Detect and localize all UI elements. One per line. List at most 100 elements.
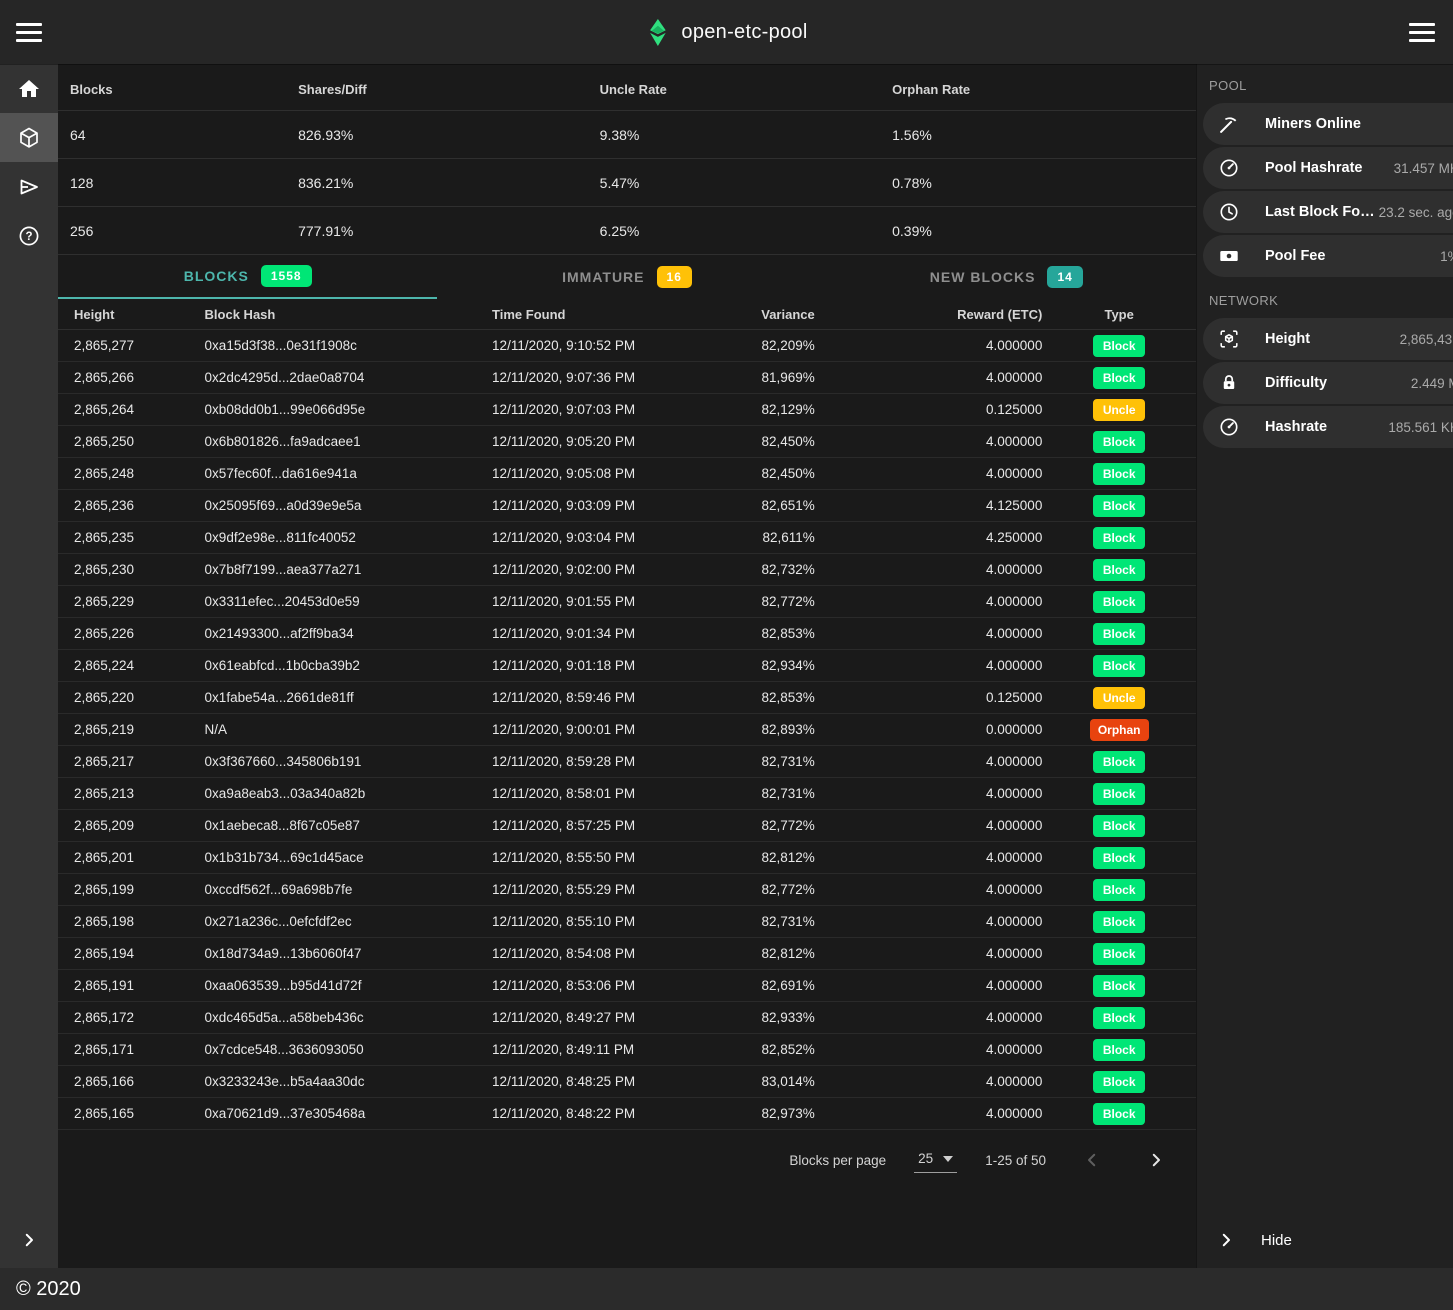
cell-height: 2,865,224 <box>58 658 195 673</box>
pickaxe-icon <box>1217 112 1241 136</box>
table-row: 2,865,194 0x18d734a9...13b6060f47 12/11/… <box>58 938 1196 970</box>
network-height: Height 2,865,431 <box>1203 318 1453 360</box>
cell-type: Block <box>1042 1071 1196 1093</box>
cell-height: 2,865,264 <box>58 402 195 417</box>
cell-time-found: 12/11/2020, 9:01:18 PM <box>479 658 746 673</box>
cell-time-found: 12/11/2020, 8:55:50 PM <box>479 850 746 865</box>
luck-stats-row: 128 836.21% 5.47% 0.78% <box>58 158 1196 206</box>
cell-reward: 4.000000 <box>815 1106 1043 1121</box>
tab-new-blocks-label: NEW BLOCKS <box>930 269 1036 285</box>
right-menu-icon[interactable] <box>1409 23 1435 42</box>
tab-new-blocks[interactable]: NEW BLOCKS 14 <box>817 255 1196 299</box>
table-row: 2,865,236 0x25095f69...a0d39e9e5a 12/11/… <box>58 490 1196 522</box>
type-badge: Block <box>1093 975 1145 997</box>
left-sidebar: ? <box>0 64 58 1268</box>
previous-page-button[interactable] <box>1074 1142 1110 1178</box>
sidebar-spacer <box>0 260 58 1212</box>
cell-block-hash: 0x21493300...af2ff9ba34 <box>195 626 480 641</box>
blocks-tabs: BLOCKS 1558 IMMATURE 16 NEW BLOCKS 14 <box>58 255 1196 299</box>
col-time-found: Time Found <box>479 307 746 322</box>
tab-new-blocks-count-badge: 14 <box>1047 266 1082 288</box>
cell-type: Block <box>1042 559 1196 581</box>
cell-variance: 82,973% <box>746 1106 814 1121</box>
cell-block-hash: 0xa15d3f38...0e31f1908c <box>195 338 480 353</box>
cell-reward: 4.000000 <box>815 1074 1043 1089</box>
col-blocks: Blocks <box>58 82 298 97</box>
cell-reward: 4.125000 <box>815 498 1043 513</box>
luck-stats-table: Blocks Shares/Diff Uncle Rate Orphan Rat… <box>58 64 1196 255</box>
cell-variance: 82,812% <box>746 946 814 961</box>
cell-time-found: 12/11/2020, 9:03:09 PM <box>479 498 746 513</box>
sidebar-item-home[interactable] <box>0 64 58 113</box>
etc-logo-icon <box>645 18 669 47</box>
tab-blocks-count-badge: 1558 <box>261 265 312 287</box>
cell-block-hash: 0x25095f69...a0d39e9e5a <box>195 498 480 513</box>
stat-orphan-rate: 1.56% <box>892 127 1196 143</box>
sidebar-item-blocks[interactable] <box>0 113 58 162</box>
pool-section-label: POOL <box>1197 64 1453 103</box>
cell-type: Block <box>1042 975 1196 997</box>
cell-time-found: 12/11/2020, 9:05:08 PM <box>479 466 746 481</box>
cell-time-found: 12/11/2020, 8:49:27 PM <box>479 1010 746 1025</box>
per-page-select[interactable]: 25 <box>914 1147 957 1173</box>
stat-value: 23.2 sec. ago <box>1375 205 1453 220</box>
right-sidebar-spacer <box>1197 450 1453 1212</box>
hide-sidebar-button[interactable]: Hide <box>1197 1212 1453 1268</box>
next-page-button[interactable] <box>1138 1142 1174 1178</box>
type-badge: Block <box>1093 527 1145 549</box>
table-row: 2,865,220 0x1fabe54a...2661de81ff 12/11/… <box>58 682 1196 714</box>
type-badge: Block <box>1093 335 1145 357</box>
cube-icon <box>17 126 41 150</box>
cell-reward: 4.000000 <box>815 850 1043 865</box>
pagination-bar: Blocks per page 25 1-25 of 50 <box>58 1130 1196 1190</box>
cell-height: 2,865,266 <box>58 370 195 385</box>
cell-block-hash: 0x9df2e98e...811fc40052 <box>195 530 480 545</box>
cell-time-found: 12/11/2020, 9:07:03 PM <box>479 402 746 417</box>
type-badge: Block <box>1093 879 1145 901</box>
cell-type: Uncle <box>1042 687 1196 709</box>
cell-time-found: 12/11/2020, 8:55:29 PM <box>479 882 746 897</box>
cell-time-found: 12/11/2020, 8:55:10 PM <box>479 914 746 929</box>
table-row: 2,865,172 0xdc465d5a...a58beb436c 12/11/… <box>58 1002 1196 1034</box>
table-row: 2,865,217 0x3f367660...345806b191 12/11/… <box>58 746 1196 778</box>
svg-text:?: ? <box>25 231 32 243</box>
cell-type: Block <box>1042 815 1196 837</box>
sidebar-collapse-button[interactable] <box>0 1212 58 1268</box>
stat-blocks: 64 <box>58 127 298 143</box>
cell-type: Block <box>1042 751 1196 773</box>
cell-variance: 82,731% <box>746 786 814 801</box>
cell-type: Block <box>1042 463 1196 485</box>
tab-blocks[interactable]: BLOCKS 1558 <box>58 255 437 299</box>
gauge-icon <box>1217 415 1241 439</box>
per-page-value: 25 <box>918 1151 933 1166</box>
menu-icon[interactable] <box>16 23 42 42</box>
stat-label: Hashrate <box>1265 419 1327 435</box>
cell-reward: 4.000000 <box>815 914 1043 929</box>
pool-last-block-found: Last Block Fo… 23.2 sec. ago <box>1203 191 1453 233</box>
table-row: 2,865,229 0x3311efec...20453d0e59 12/11/… <box>58 586 1196 618</box>
cell-block-hash: 0xdc465d5a...a58beb436c <box>195 1010 480 1025</box>
hide-label: Hide <box>1261 1232 1292 1249</box>
cell-time-found: 12/11/2020, 8:48:25 PM <box>479 1074 746 1089</box>
cell-time-found: 12/11/2020, 9:02:00 PM <box>479 562 746 577</box>
type-badge: Block <box>1093 1007 1145 1029</box>
table-row: 2,865,248 0x57fec60f...da616e941a 12/11/… <box>58 458 1196 490</box>
cell-variance: 83,014% <box>746 1074 814 1089</box>
stat-orphan-rate: 0.78% <box>892 175 1196 191</box>
copyright-text: © 2020 <box>16 1278 81 1301</box>
help-icon: ? <box>17 224 41 248</box>
cell-block-hash: 0x61eabfcd...1b0cba39b2 <box>195 658 480 673</box>
cell-variance: 82,731% <box>746 754 814 769</box>
cell-time-found: 12/11/2020, 8:59:28 PM <box>479 754 746 769</box>
stat-uncle-rate: 9.38% <box>600 127 892 143</box>
chevron-right-icon <box>1147 1151 1165 1169</box>
sidebar-item-payments[interactable] <box>0 162 58 211</box>
cell-reward: 4.000000 <box>815 338 1043 353</box>
tab-immature[interactable]: IMMATURE 16 <box>437 255 816 299</box>
cell-reward: 4.000000 <box>815 466 1043 481</box>
sidebar-item-help[interactable]: ? <box>0 211 58 260</box>
type-badge: Block <box>1093 431 1145 453</box>
per-page-label: Blocks per page <box>789 1153 886 1168</box>
cell-height: 2,865,226 <box>58 626 195 641</box>
cell-type: Block <box>1042 1039 1196 1061</box>
